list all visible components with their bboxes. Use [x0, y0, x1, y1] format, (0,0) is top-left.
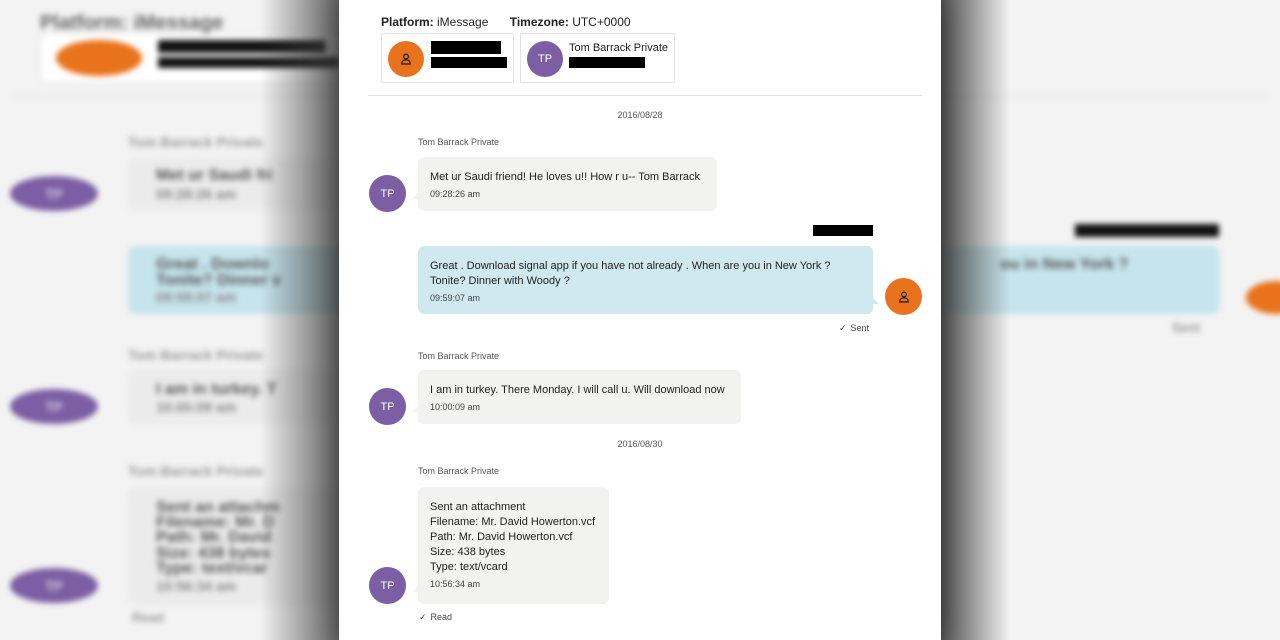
bg-avatar: TP — [10, 568, 98, 603]
bg-msg: ou in New York ? — [1000, 256, 1129, 273]
delivery-status: ✓ Sent — [839, 323, 870, 333]
message-time: 10:56:34 am — [430, 579, 481, 589]
person-icon — [885, 278, 922, 315]
bg-shadow — [260, 0, 350, 640]
message-bubble[interactable]: I am in turkey. There Monday. I will cal… — [412, 370, 741, 424]
redacted-id — [569, 57, 645, 68]
message-bubble[interactable]: Sent an attachment Filename: Mr. David H… — [412, 487, 609, 604]
bg-time: 10:56:34 am — [156, 578, 237, 594]
redacted-sender — [813, 225, 873, 236]
date-separator: 2016/08/28 — [617, 110, 663, 120]
bg-redaction — [1075, 224, 1219, 237]
sender-name: Tom Barrack Private — [418, 351, 500, 361]
bg-msg: Type: text/vcar — [156, 560, 268, 577]
message-time: 10:00:09 am — [430, 402, 481, 412]
participant-card[interactable]: TP Tom Barrack Private — [520, 33, 675, 83]
bg-person-avatar — [1246, 281, 1280, 314]
sender-name: Tom Barrack Private — [418, 466, 500, 476]
conversation-panel: Platform: iMessage Timezone: UTC+0000 TP… — [339, 0, 941, 640]
bg-time: 10:00:09 am — [156, 399, 237, 415]
delivery-status: ✓ Read — [419, 612, 453, 622]
bg-sender: Tom Barrack Private — [128, 134, 264, 150]
bg-sender: Tom Barrack Private — [128, 463, 264, 479]
platform-value: iMessage — [437, 15, 489, 29]
header-divider — [368, 95, 922, 96]
participant-avatar: TP — [527, 41, 563, 77]
message-time: 09:59:07 am — [430, 293, 481, 303]
timezone-value: UTC+0000 — [572, 15, 631, 29]
bg-msg: I am in turkey. T — [156, 381, 277, 398]
redacted-id — [431, 57, 507, 68]
sender-avatar: TP — [369, 567, 406, 604]
bg-platform-text: Platform: iMessage — [40, 12, 224, 34]
message-text: Met ur Saudi friend! He loves u!! How r … — [430, 171, 701, 183]
bg-time: 09:59:07 am — [156, 289, 237, 305]
bg-avatar: TP — [10, 176, 98, 211]
redacted-name — [431, 41, 501, 54]
message-text: I am in turkey. There Monday. I will cal… — [430, 384, 725, 396]
sender-name: Tom Barrack Private — [418, 137, 500, 147]
platform-label: Platform: — [381, 15, 434, 29]
conversation-meta: Platform: iMessage Timezone: UTC+0000 — [381, 15, 631, 29]
sender-avatar: TP — [369, 175, 406, 212]
message-text: Sent an attachment Filename: Mr. David H… — [430, 501, 596, 573]
date-separator: 2016/08/30 — [617, 439, 663, 449]
bg-status: Sent — [1172, 320, 1201, 335]
message-bubble[interactable]: Met ur Saudi friend! He loves u!! How r … — [412, 157, 717, 211]
bg-shadow — [940, 0, 1010, 640]
sender-avatar: TP — [369, 388, 406, 425]
checkmark-icon: ✓ — [839, 323, 847, 333]
checkmark-icon: ✓ — [419, 612, 427, 622]
message-bubble[interactable]: Great . Download signal app if you have … — [418, 246, 879, 314]
bg-avatar: TP — [10, 389, 98, 424]
message-text: Great . Download signal app if you have … — [430, 260, 831, 287]
timezone-label: Timezone: — [509, 15, 569, 29]
bg-msg: Met ur Saudi fri — [156, 167, 273, 184]
bg-person-avatar — [56, 40, 142, 76]
bg-status: Read — [132, 610, 164, 625]
bg-time: 09:28:26 am — [156, 186, 237, 202]
participant-card[interactable] — [381, 33, 514, 83]
message-time: 09:28:26 am — [430, 189, 481, 199]
bg-sender: Tom Barrack Private — [128, 347, 264, 363]
person-icon — [388, 41, 424, 77]
participant-name: Tom Barrack Private — [569, 42, 669, 54]
